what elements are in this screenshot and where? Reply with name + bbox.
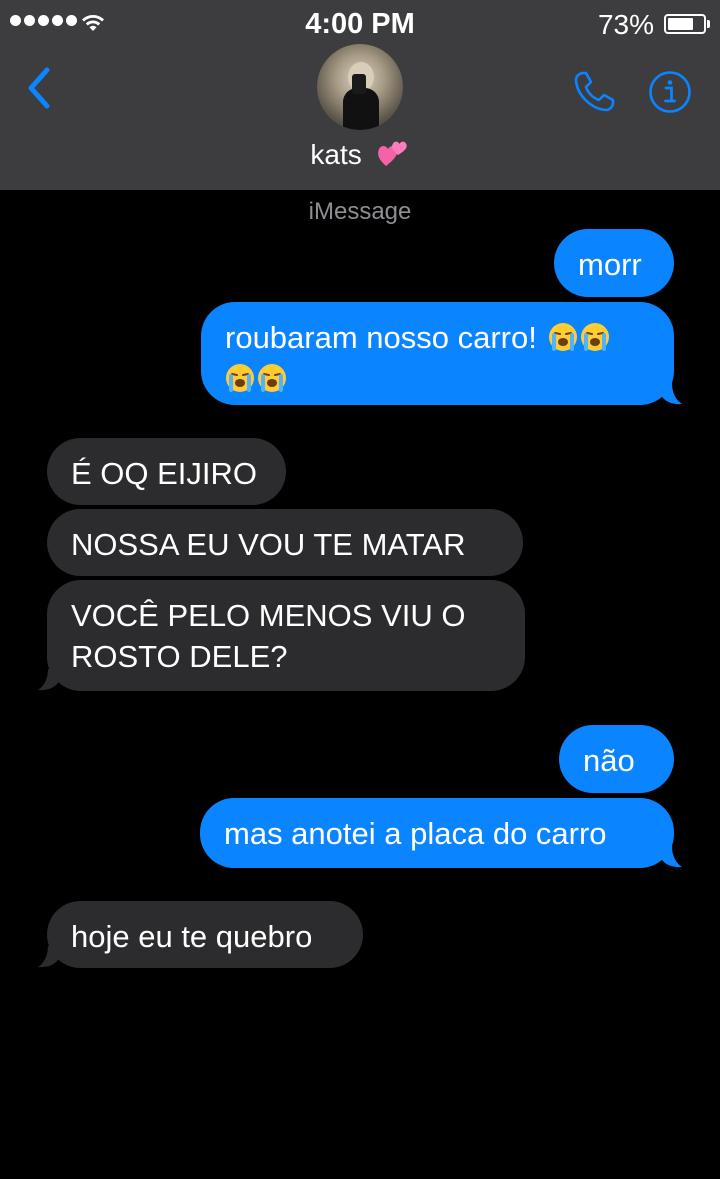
two-hearts-icon: [377, 141, 407, 166]
incoming-message-bubble[interactable]: hoje eu te quebro: [47, 901, 363, 968]
bubble-tail: [38, 669, 58, 691]
contact-name-row[interactable]: kats: [0, 138, 720, 171]
incoming-message-bubble[interactable]: NOSSA EU VOU TE MATAR: [47, 509, 523, 576]
loudly-crying-face-icon: [580, 323, 609, 351]
contact-avatar[interactable]: [317, 44, 403, 130]
bubble-tail: [662, 846, 682, 868]
status-bar: 4:00 PM 73%: [0, 0, 720, 48]
bubble-tail: [662, 383, 682, 405]
outgoing-message-bubble[interactable]: morr: [554, 229, 674, 297]
info-icon[interactable]: [648, 70, 692, 114]
outgoing-message-bubble[interactable]: roubaram nosso carro!: [201, 302, 674, 405]
loudly-crying-face-icon: [226, 364, 254, 392]
phone-icon[interactable]: [572, 68, 618, 114]
conversation-header: 4:00 PM 73% kats: [0, 0, 720, 190]
loudly-crying-face-icon: [258, 364, 286, 392]
loudly-crying-face-icon: [548, 323, 577, 351]
battery-percentage: 73%: [597, 9, 654, 40]
chevron-left-icon[interactable]: [22, 64, 56, 112]
incoming-message-bubble[interactable]: VOCÊ PELO MENOS VIU O ROSTO DELE?: [47, 580, 525, 691]
contact-name: kats: [310, 139, 362, 170]
battery-icon: [664, 14, 710, 34]
bubble-tail: [38, 946, 58, 968]
outgoing-message-bubble[interactable]: não: [559, 725, 674, 793]
incoming-message-bubble[interactable]: É OQ EIJIRO: [47, 438, 286, 505]
outgoing-message-bubble[interactable]: mas anotei a placa do carro: [200, 798, 674, 868]
service-label: iMessage: [308, 198, 412, 225]
messages-screen: 4:00 PM 73% kats iMessage morr roubaram …: [0, 0, 720, 1179]
